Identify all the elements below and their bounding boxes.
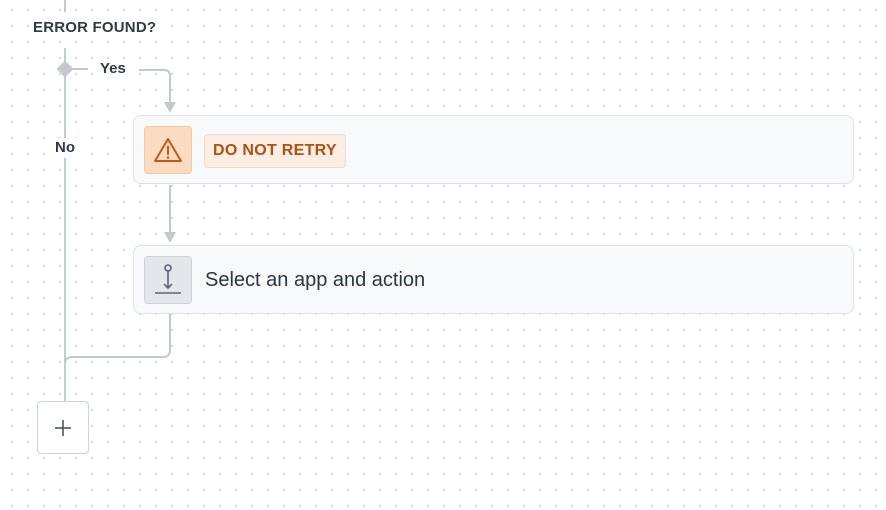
arrow-to-retry-step — [164, 102, 176, 113]
branch-label-yes: Yes — [98, 59, 128, 79]
placeholder-app-icon — [144, 256, 192, 304]
arrow-to-action-step — [164, 232, 176, 243]
do-not-retry-badge: DO NOT RETRY — [204, 134, 346, 168]
step-card-select-app[interactable]: Select an app and action — [133, 245, 854, 314]
branch-label-no: No — [53, 138, 77, 158]
step-card-do-not-retry[interactable]: DO NOT RETRY — [133, 115, 854, 184]
step-title: Select an app and action — [205, 269, 426, 291]
add-step-button[interactable] — [37, 401, 89, 454]
warning-icon — [144, 126, 192, 174]
plus-icon — [55, 419, 71, 436]
condition-label: ERROR FOUND? — [31, 19, 159, 36]
connector-yes-branch — [139, 69, 171, 102]
connector-merge — [64, 314, 171, 365]
branch-diamond — [56, 60, 74, 78]
